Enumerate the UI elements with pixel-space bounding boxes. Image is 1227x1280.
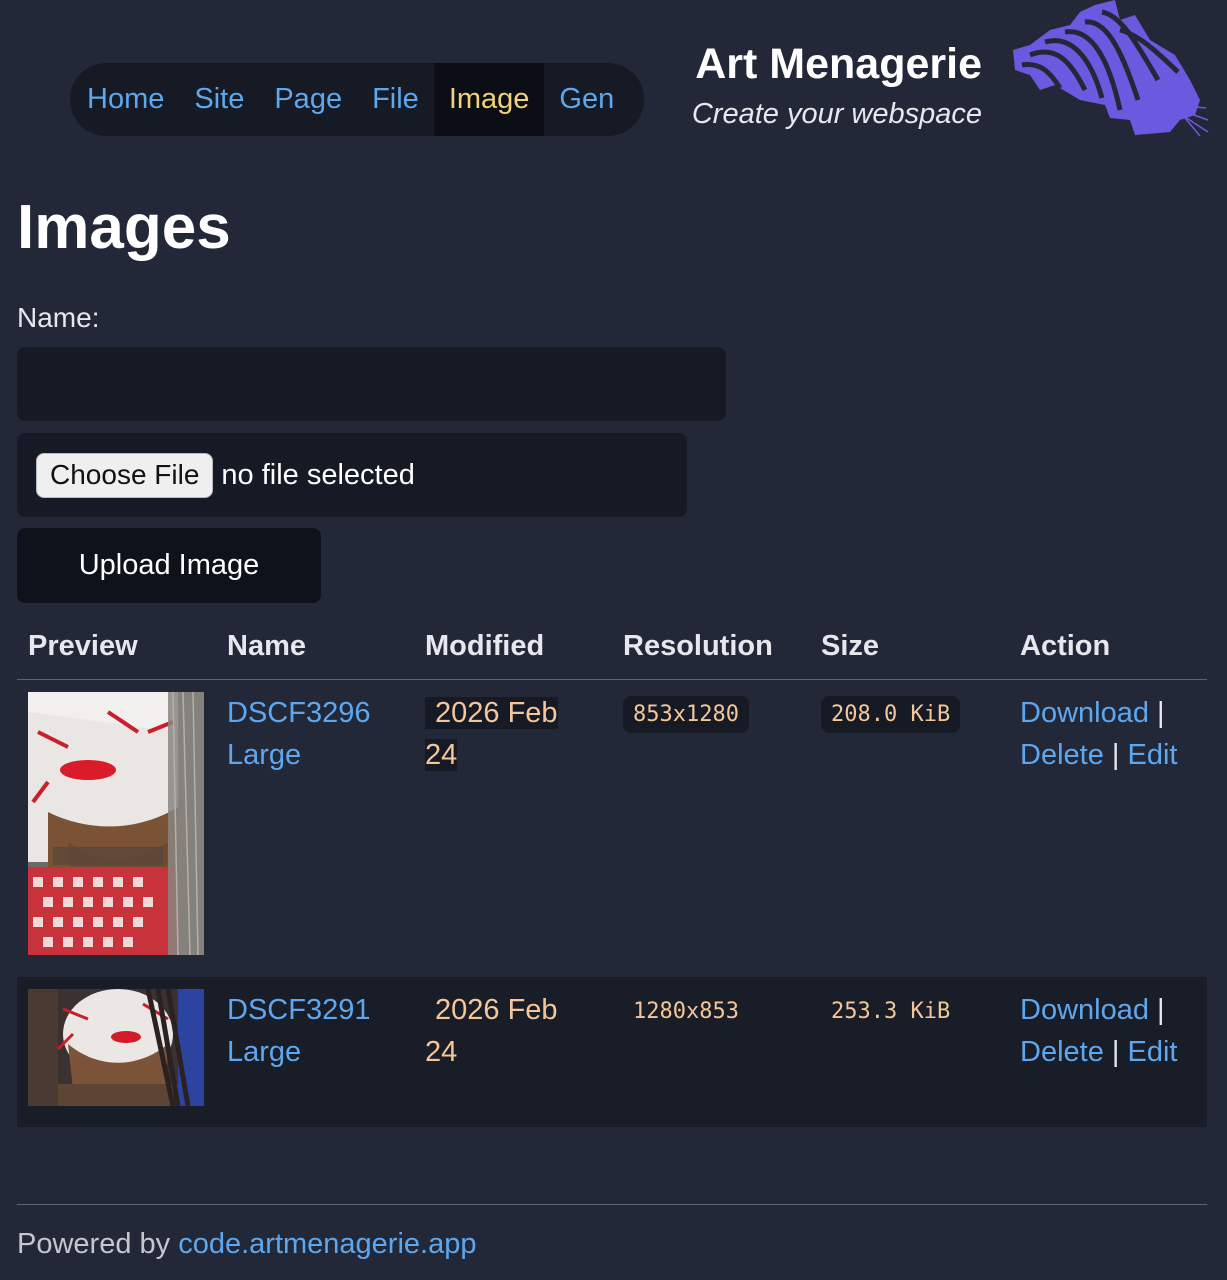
zebra-head-logo-icon[interactable] bbox=[1010, 0, 1210, 140]
modified-line2: 24 bbox=[425, 739, 458, 771]
delete-link[interactable]: Delete bbox=[1020, 1036, 1104, 1068]
modified-date: 2026 Feb 24 bbox=[425, 989, 575, 1073]
modified-line1: 2026 Feb bbox=[435, 994, 558, 1026]
modified-date: 2026 Feb 24 bbox=[425, 692, 575, 776]
image-name-line2[interactable]: Large bbox=[227, 739, 301, 771]
size-cell: 208.0 KiB bbox=[821, 696, 961, 733]
table-row: DSCF3291 Large 2026 Feb 24 1280x853 253.… bbox=[17, 977, 1207, 1127]
footer-divider bbox=[17, 1204, 1207, 1205]
image-name-line2[interactable]: Large bbox=[227, 1036, 301, 1068]
download-link[interactable]: Download bbox=[1020, 697, 1149, 729]
nav-home[interactable]: Home bbox=[70, 63, 179, 136]
header-size: Size bbox=[821, 630, 880, 662]
header-action: Action bbox=[1020, 630, 1111, 662]
footer-prefix: Powered by bbox=[17, 1228, 171, 1260]
page-title: Images bbox=[17, 193, 231, 262]
edit-link[interactable]: Edit bbox=[1128, 739, 1178, 771]
separator: | bbox=[1111, 739, 1120, 771]
site-header: Home Site Page File Image Gen Art Menage… bbox=[0, 0, 1227, 160]
resolution-value: 1280x853 bbox=[633, 999, 739, 1024]
brand-tagline: Create your webspace bbox=[691, 98, 982, 130]
header-preview: Preview bbox=[28, 630, 138, 662]
name-label: Name: bbox=[17, 302, 100, 333]
resolution-value: 853x1280 bbox=[623, 696, 749, 733]
nav-page[interactable]: Page bbox=[259, 63, 357, 136]
modified-line2: 24 bbox=[425, 1036, 458, 1068]
image-name-line1[interactable]: DSCF3291 bbox=[227, 994, 370, 1026]
table-row: DSCF3296 Large 2026 Feb 24 853x1280 208.… bbox=[17, 680, 1207, 977]
upload-image-button[interactable]: Upload Image bbox=[17, 528, 321, 603]
edit-link[interactable]: Edit bbox=[1128, 1036, 1178, 1068]
download-link[interactable]: Download bbox=[1020, 994, 1149, 1026]
size-value: 253.3 KiB bbox=[831, 999, 951, 1024]
choose-file-button[interactable]: Choose File bbox=[36, 452, 214, 498]
header-resolution: Resolution bbox=[623, 630, 773, 662]
file-status: no file selected bbox=[221, 458, 415, 491]
table-header: Preview Name Modified Resolution Size Ac… bbox=[17, 620, 1207, 680]
header-name: Name bbox=[227, 630, 306, 662]
resolution-cell: 1280x853 bbox=[623, 993, 749, 1030]
separator: | bbox=[1157, 994, 1165, 1026]
header-modified: Modified bbox=[425, 630, 545, 662]
separator: | bbox=[1157, 697, 1165, 729]
size-cell: 253.3 KiB bbox=[821, 993, 960, 1030]
footer-link[interactable]: code.artmenagerie.app bbox=[178, 1228, 476, 1260]
main-nav: Home Site Page File Image Gen bbox=[70, 63, 644, 136]
site-footer: Powered by code.artmenagerie.app bbox=[17, 1228, 476, 1261]
name-input[interactable] bbox=[17, 347, 726, 421]
brand-title: Art Menagerie bbox=[695, 40, 982, 88]
image-name-link[interactable]: DSCF3291 Large bbox=[227, 989, 370, 1073]
image-thumbnail[interactable] bbox=[28, 989, 204, 1106]
size-value: 208.0 KiB bbox=[821, 696, 961, 733]
nav-gen[interactable]: Gen bbox=[544, 63, 629, 136]
nav-file[interactable]: File bbox=[357, 63, 434, 136]
separator: | bbox=[1111, 1036, 1120, 1068]
action-cell: Download | Delete | Edit bbox=[1020, 989, 1177, 1073]
nav-site[interactable]: Site bbox=[179, 63, 259, 136]
action-cell: Download | Delete | Edit bbox=[1020, 692, 1177, 776]
delete-link[interactable]: Delete bbox=[1020, 739, 1104, 771]
image-thumbnail[interactable] bbox=[28, 692, 204, 955]
file-picker: Choose File no file selected bbox=[17, 433, 687, 517]
modified-line1: 2026 Feb bbox=[425, 697, 558, 729]
nav-image[interactable]: Image bbox=[433, 63, 545, 136]
image-name-line1[interactable]: DSCF3296 bbox=[227, 697, 370, 729]
resolution-cell: 853x1280 bbox=[623, 696, 749, 733]
image-name-link[interactable]: DSCF3296 Large bbox=[227, 692, 370, 776]
images-table: Preview Name Modified Resolution Size Ac… bbox=[17, 620, 1207, 1127]
